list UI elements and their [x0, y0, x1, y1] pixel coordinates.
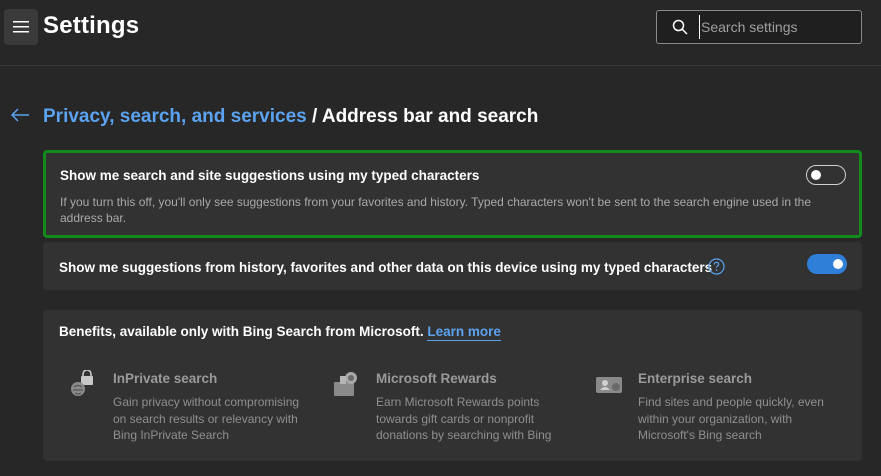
benefit-title: InPrivate search	[113, 371, 218, 386]
setting-description: If you turn this off, you'll only see su…	[60, 195, 812, 225]
benefit-description: Find sites and people quickly, even with…	[638, 395, 824, 442]
benefit-description: Gain privacy without compromising on sea…	[113, 395, 300, 442]
toggle-knob	[833, 259, 843, 269]
breadcrumb-separator: /	[306, 106, 322, 127]
local-suggestions-toggle[interactable]	[807, 254, 847, 274]
benefits-card: Benefits, available only with Bing Searc…	[43, 310, 862, 461]
rewards-trophy-icon	[334, 372, 357, 396]
setting-local-suggestions: Show me suggestions from history, favori…	[43, 242, 862, 290]
page-title: Settings	[43, 12, 140, 39]
setting-title: Show me search and site suggestions usin…	[60, 168, 480, 183]
enterprise-id-icon	[596, 377, 622, 393]
search-suggestions-toggle[interactable]	[806, 165, 846, 185]
benefit-title: Enterprise search	[638, 371, 753, 386]
search-input[interactable]	[699, 15, 854, 39]
benefit-description: Earn Microsoft Rewards points towards gi…	[376, 395, 552, 442]
top-bar: Settings	[0, 0, 881, 66]
menu-button[interactable]	[4, 9, 38, 45]
benefit-title: Microsoft Rewards	[376, 371, 497, 386]
breadcrumb: Privacy, search, and services / Address …	[43, 106, 538, 128]
toggle-knob	[811, 170, 821, 180]
setting-search-suggestions: Show me search and site suggestions usin…	[43, 150, 862, 238]
back-arrow-icon[interactable]	[10, 107, 30, 123]
benefits-heading: Benefits, available only with Bing Searc…	[59, 324, 424, 339]
setting-title: Show me suggestions from history, favori…	[59, 260, 713, 275]
search-box[interactable]	[656, 10, 862, 44]
breadcrumb-parent-link[interactable]: Privacy, search, and services	[43, 106, 307, 127]
search-icon	[672, 19, 688, 35]
learn-more-link[interactable]: Learn more	[427, 324, 501, 341]
breadcrumb-current: Address bar and search	[321, 106, 539, 127]
hamburger-icon	[13, 21, 29, 33]
inprivate-lock-icon	[71, 370, 93, 396]
benefits-title: Benefits, available only with Bing Searc…	[59, 324, 501, 341]
question-circle-icon[interactable]	[708, 258, 725, 275]
